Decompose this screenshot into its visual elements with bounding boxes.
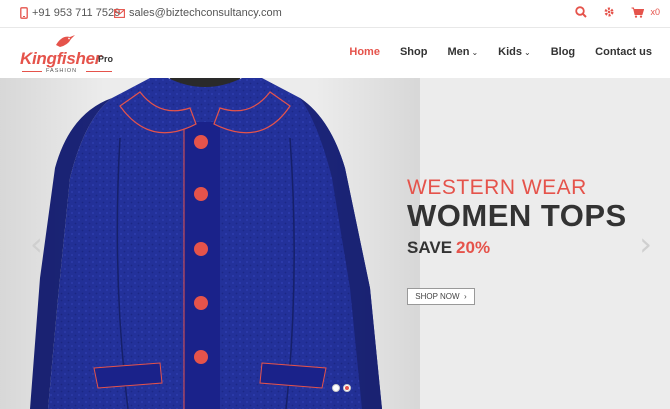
nav-item-label: Men (447, 46, 470, 58)
cart-count: x0 (650, 7, 660, 17)
logo-divider-right (86, 71, 112, 72)
jacket-product-image (0, 78, 420, 409)
chevron-right-icon: › (464, 292, 467, 301)
chevron-down-icon: ⌄ (524, 47, 531, 57)
save-percent: 20% (456, 238, 491, 257)
slider-dot-2[interactable] (343, 384, 351, 392)
nav-item-kids[interactable]: Kids ⌄ (498, 46, 531, 58)
phone-contact[interactable]: +91 953 711 7529 (20, 7, 120, 19)
cart-button[interactable]: x0 (631, 7, 660, 18)
mail-icon (114, 8, 125, 18)
nav-item-label: Home (349, 46, 380, 58)
phone-number: +91 953 711 7529 (32, 7, 121, 19)
site-logo[interactable]: Kingfisher Pro FASHION (20, 33, 120, 75)
main-nav: Home Shop Men ⌄ Kids ⌄ Blog Contact us (329, 46, 652, 58)
header-actions: x0 (575, 6, 660, 18)
slider-next-arrow[interactable]: › (639, 228, 652, 260)
email-address: sales@biztechconsultancy.com (129, 7, 282, 19)
slider-pagination (332, 384, 351, 392)
phone-icon (20, 7, 28, 19)
search-icon[interactable] (575, 6, 588, 18)
shop-now-label: SHOP NOW (415, 292, 460, 301)
nav-item-contact[interactable]: Contact us (595, 46, 652, 58)
logo-name: Kingfisher (20, 49, 102, 68)
email-contact[interactable]: sales@biztechconsultancy.com (114, 7, 282, 19)
slide-subtitle: WESTERN WEAR (407, 176, 587, 199)
slider-prev-arrow[interactable]: ‹ (30, 228, 43, 260)
save-label: SAVE (407, 238, 453, 257)
gear-icon[interactable] (603, 6, 615, 18)
logo-divider-left (22, 71, 42, 72)
chevron-down-icon: ⌄ (471, 47, 479, 57)
nav-item-men[interactable]: Men ⌄ (447, 46, 478, 58)
nav-item-shop[interactable]: Shop (400, 46, 428, 58)
shop-now-button[interactable]: SHOP NOW › (407, 288, 475, 305)
slide-title: WOMEN TOPS (407, 198, 627, 233)
hero-slider: ‹ › WESTERN WEAR WOMEN TOPS SAVE 20% SHOP… (0, 78, 670, 409)
nav-item-home[interactable]: Home (349, 46, 380, 58)
slide-offer: SAVE 20% (407, 238, 490, 258)
nav-item-label: Contact us (595, 46, 652, 58)
slider-dot-1[interactable] (332, 384, 340, 392)
logo-suffix: Pro (98, 54, 114, 64)
nav-item-blog[interactable]: Blog (551, 46, 575, 58)
logo-tagline: FASHION (46, 68, 78, 74)
nav-item-label: Shop (399, 46, 428, 58)
nav-item-label: Blog (550, 46, 576, 58)
nav-item-label: Kids (498, 46, 522, 58)
top-bar: +91 953 711 7529 sales@biztechconsultanc… (0, 0, 670, 28)
cart-icon (631, 7, 645, 18)
main-header: Kingfisher Pro FASHION Home Shop Men ⌄ K… (0, 29, 670, 77)
